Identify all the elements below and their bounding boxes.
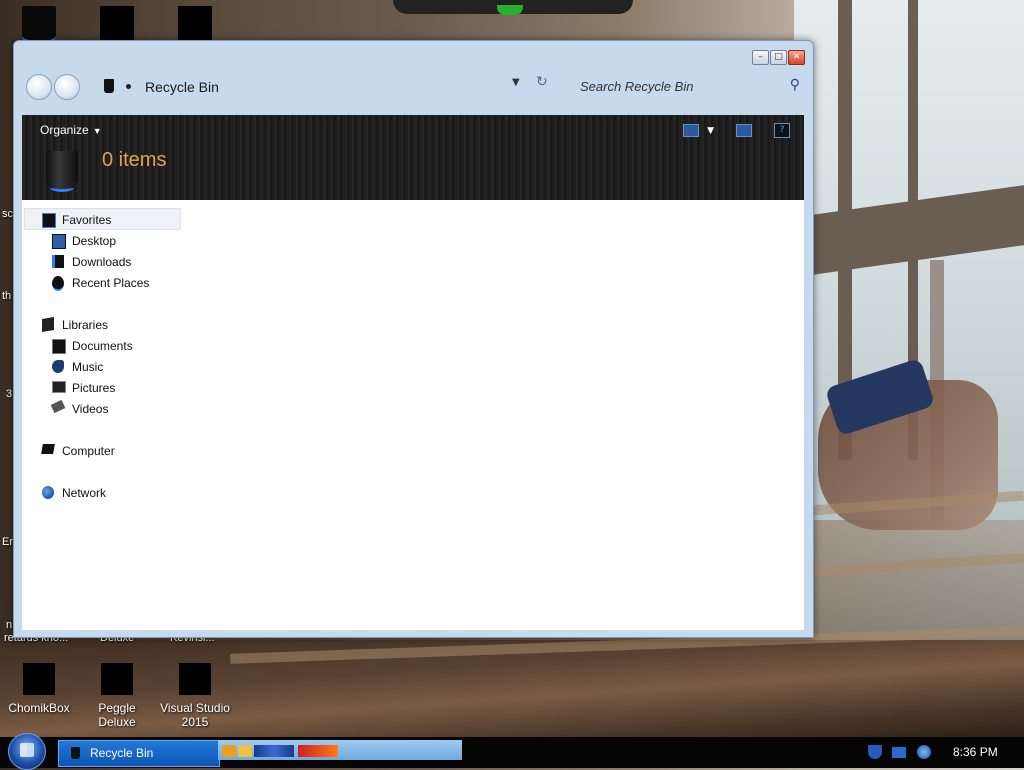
- desktop-icon-label-partial: 3: [6, 388, 13, 400]
- forward-button[interactable]: [54, 74, 80, 100]
- search-placeholder: Search Recycle Bin: [580, 79, 694, 94]
- refresh-icon[interactable]: ↻: [536, 74, 548, 90]
- recycle-bin-glow: [50, 183, 74, 192]
- items-count: 0 items: [102, 149, 167, 171]
- maximize-button[interactable]: □: [770, 50, 787, 65]
- wallpaper-desk-edge: [811, 552, 1024, 578]
- nav-label: Favorites: [62, 213, 112, 227]
- minimize-button[interactable]: –: [752, 50, 769, 65]
- recycle-bin-desktop-icon[interactable]: [22, 6, 56, 43]
- desktop-icon-label: ChomikBox: [8, 701, 70, 715]
- desktop-icon-visual-studio[interactable]: Visual Studio 2015: [156, 663, 234, 729]
- organize-button[interactable]: Organize ▼: [40, 123, 102, 137]
- shield-icon[interactable]: [868, 745, 882, 759]
- desktop-icon[interactable]: [100, 6, 134, 40]
- music-icon: [52, 360, 64, 373]
- nav-label: Videos: [72, 402, 109, 416]
- address-dropdown-icon[interactable]: ▼: [512, 77, 520, 88]
- gadget-indicator: [497, 5, 523, 15]
- taskbar-item-recycle-bin[interactable]: Recycle Bin: [58, 740, 220, 767]
- nav-label: Pictures: [72, 381, 116, 395]
- preview-pane-icon[interactable]: [736, 124, 752, 137]
- nav-label: Network: [62, 486, 107, 500]
- recycle-bin-large-icon: [44, 151, 80, 193]
- content-area[interactable]: Favorites Desktop Downloads Recent Place…: [22, 200, 804, 630]
- app-icon: [101, 663, 133, 695]
- windows-logo-icon: [20, 743, 34, 757]
- documents-icon: [52, 339, 66, 354]
- play-icon[interactable]: [238, 745, 252, 757]
- start-button[interactable]: [8, 733, 46, 770]
- media-player-icon[interactable]: [222, 745, 236, 757]
- breadcrumb-arrow-icon[interactable]: [126, 84, 131, 89]
- nav-label: Recent Places: [72, 276, 150, 290]
- desktop-icon: [52, 234, 66, 249]
- network-icon: [42, 486, 54, 499]
- network-tray-icon[interactable]: [917, 745, 931, 759]
- desktop-icon-label-partial: th: [2, 290, 12, 302]
- computer-icon: [41, 444, 55, 454]
- display-icon[interactable]: [892, 747, 906, 758]
- desktop-icon-label: Peggle Deluxe: [98, 701, 136, 729]
- back-button[interactable]: [26, 74, 52, 100]
- downloads-icon: [52, 255, 64, 268]
- nav-label: Music: [72, 360, 104, 374]
- address-bar-row: Recycle Bin ▼ ↻ Search Recycle Bin ⚲: [24, 71, 802, 107]
- desktop-icon-label-partial: n: [6, 619, 13, 631]
- command-bar: Organize ▼ ▼ ? 0 items: [22, 115, 804, 200]
- organize-label: Organize: [40, 123, 89, 137]
- breadcrumb[interactable]: Recycle Bin: [104, 75, 524, 99]
- top-gadget-bar: [393, 0, 633, 15]
- app-icon: [23, 663, 55, 695]
- nav-label: Desktop: [72, 234, 117, 248]
- explorer-window: – □ ✕ Recycle Bin ▼ ↻ Search Recycle Bin…: [13, 40, 814, 638]
- pictures-icon: [52, 381, 66, 393]
- close-button[interactable]: ✕: [788, 50, 805, 65]
- nav-label: Computer: [62, 444, 115, 458]
- desktop-icon[interactable]: [178, 6, 212, 40]
- app-launcher-icon[interactable]: [254, 745, 294, 757]
- help-icon[interactable]: ?: [774, 123, 790, 138]
- navigation-pane: Favorites Desktop Downloads Recent Place…: [22, 208, 181, 618]
- desktop-icon-label-partial: sc: [2, 208, 13, 220]
- taskbar-item-label: Recycle Bin: [90, 746, 154, 760]
- app-icon: [179, 663, 211, 695]
- nav-label: Documents: [72, 339, 133, 353]
- search-input[interactable]: Search Recycle Bin ⚲: [564, 75, 800, 99]
- desktop-icon-label: Visual Studio 2015: [160, 701, 230, 729]
- search-icon[interactable]: ⚲: [790, 77, 800, 93]
- libraries-icon: [42, 316, 54, 333]
- taskbar-clock[interactable]: 8:36 PM: [953, 745, 998, 759]
- title-buttons: – □ ✕: [752, 50, 805, 65]
- chevron-down-icon: ▼: [92, 126, 102, 136]
- view-controls: ▼ ?: [669, 123, 790, 138]
- view-options-dropdown-icon[interactable]: ▼: [707, 126, 714, 136]
- favorites-icon: [42, 213, 56, 228]
- videos-icon: [50, 399, 66, 414]
- change-view-icon[interactable]: [683, 124, 700, 137]
- nav-label: Libraries: [62, 318, 109, 332]
- desktop-icon-label-partial: Er: [2, 536, 13, 548]
- recycle-bin-icon: [104, 79, 114, 93]
- desktop-icon-chomikbox[interactable]: ChomikBox: [0, 663, 78, 715]
- recent-places-icon: [52, 276, 64, 291]
- desktop-icon-peggle-deluxe[interactable]: Peggle Deluxe: [78, 663, 156, 729]
- app-launcher-icon[interactable]: [298, 745, 338, 757]
- breadcrumb-location[interactable]: Recycle Bin: [145, 79, 219, 95]
- recycle-bin-icon: [71, 747, 80, 759]
- nav-label: Downloads: [72, 255, 132, 269]
